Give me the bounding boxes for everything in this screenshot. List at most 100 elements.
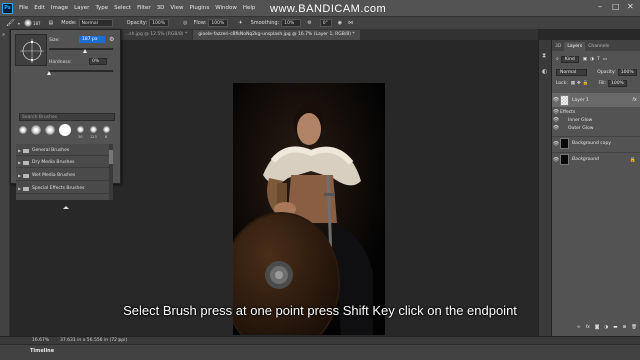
pressure-opacity-icon[interactable]: ◎: [183, 20, 187, 26]
layer-name[interactable]: Background copy: [572, 141, 611, 146]
tab-document-1[interactable]: ...sh.jpg @ 12.5% (RGB/8) *: [120, 30, 193, 40]
brush-tip-3[interactable]: [45, 125, 55, 135]
chevron-right-icon: ▶: [17, 148, 22, 153]
folder-dry-media-brushes[interactable]: ▶ Dry Media Brushes: [16, 158, 110, 168]
visibility-eye-icon[interactable]: 👁: [552, 157, 560, 163]
size-slider-knob[interactable]: [83, 49, 87, 53]
filter-pixel-icon[interactable]: ▣: [583, 57, 587, 62]
size-input[interactable]: 187 px: [79, 36, 105, 43]
tab-layers[interactable]: Layers: [564, 42, 586, 51]
menu-help[interactable]: Help: [240, 5, 259, 11]
filter-adjustment-icon[interactable]: ◑: [590, 57, 594, 62]
effect-row-inner-glow[interactable]: 👁 Inner Glow: [552, 116, 640, 124]
tab-channels[interactable]: Channels: [585, 42, 612, 51]
adjustments-icon[interactable]: ◐: [542, 68, 547, 75]
brush-search-input[interactable]: Search Brushes: [19, 113, 115, 121]
layer-row-layer-1[interactable]: 👁 Layer 1 fx: [552, 93, 640, 107]
menu-edit[interactable]: Edit: [31, 5, 48, 11]
size-slider[interactable]: [49, 48, 113, 50]
brush-list-scrollbar[interactable]: [109, 144, 113, 200]
history-icon[interactable]: ⧗: [542, 52, 546, 60]
visibility-eye-icon[interactable]: 👁: [552, 141, 560, 147]
menu-plugins[interactable]: Plugins: [186, 5, 212, 11]
filter-type-icon[interactable]: T: [597, 57, 600, 62]
brush-tip-5[interactable]: [77, 126, 84, 133]
hardness-slider[interactable]: [49, 70, 113, 72]
brush-tip-6[interactable]: [90, 126, 97, 133]
menu-window[interactable]: Window: [212, 5, 240, 11]
visibility-eye-icon[interactable]: 👁: [552, 109, 560, 115]
close-icon[interactable]: ✕: [627, 2, 634, 11]
layer-name[interactable]: Layer 1: [572, 98, 589, 103]
layer-row-background-copy[interactable]: 👁 Background copy: [552, 136, 640, 150]
folder-special-effects-brushes[interactable]: ▶ Special Effects Brushes: [16, 184, 110, 194]
zoom-readout[interactable]: 16.67%: [32, 338, 49, 343]
symmetry-icon[interactable]: ⋈: [348, 20, 353, 26]
effects-row[interactable]: 👁 Effects: [552, 108, 640, 116]
visibility-eye-icon[interactable]: 👁: [552, 97, 560, 103]
toolbar-collapse-icon[interactable]: »: [2, 32, 5, 38]
add-mask-icon[interactable]: ◙: [595, 325, 599, 330]
menu-type[interactable]: Type: [92, 5, 111, 11]
menu-layer[interactable]: Layer: [71, 5, 92, 11]
brush-settings-icon[interactable]: ▤: [49, 20, 54, 26]
menu-3d[interactable]: 3D: [154, 5, 168, 11]
brush-tip-2[interactable]: [31, 125, 41, 135]
link-layers-icon[interactable]: ∞: [577, 325, 581, 330]
blend-mode-select[interactable]: Normal: [556, 68, 588, 76]
menu-select[interactable]: Select: [111, 5, 134, 11]
brush-preset-picker[interactable]: 187: [23, 19, 41, 27]
brush-angle-input[interactable]: 0°: [319, 19, 332, 27]
filter-shape-icon[interactable]: ▭: [603, 57, 607, 62]
layer-row-background[interactable]: 👁 Background 🔒: [552, 152, 640, 166]
lock-pixels-icon[interactable]: ▦: [571, 81, 575, 86]
hardness-input[interactable]: 0%: [89, 58, 107, 65]
minimize-icon[interactable]: –: [598, 2, 602, 11]
filter-kind-select[interactable]: Kind: [560, 55, 579, 63]
scroll-thumb[interactable]: [109, 150, 113, 164]
visibility-eye-icon[interactable]: 👁: [552, 125, 560, 131]
brush-tip-4[interactable]: [59, 124, 71, 136]
menu-view[interactable]: View: [167, 5, 186, 11]
layer-effects-fx-icon[interactable]: fx: [632, 97, 637, 103]
panel-resize-arrow-icon[interactable]: [63, 206, 69, 209]
maximize-icon[interactable]: □: [612, 2, 620, 11]
hardness-slider-knob[interactable]: [47, 71, 51, 75]
layer-name[interactable]: Background: [572, 157, 599, 162]
brush-panel-gear-icon[interactable]: ⚙: [109, 36, 114, 43]
folder-wet-media-brushes[interactable]: ▶ Wet Media Brushes: [16, 171, 110, 181]
flow-input[interactable]: 100%: [208, 19, 229, 27]
airbrush-icon[interactable]: ✈: [238, 20, 242, 26]
tab-3d[interactable]: 3D: [552, 42, 564, 51]
brush-angle-preview[interactable]: [15, 34, 47, 66]
new-adjustment-layer-icon[interactable]: ◑: [604, 325, 608, 330]
smoothing-input[interactable]: 10%: [281, 19, 302, 27]
smoothing-options-gear-icon[interactable]: ⚙: [307, 20, 311, 26]
visibility-eye-icon[interactable]: 👁: [552, 117, 560, 123]
status-menu-chevron-icon[interactable]: ›: [118, 337, 120, 343]
menu-file[interactable]: File: [16, 5, 31, 11]
pressure-size-icon[interactable]: ◉: [338, 20, 342, 26]
layer-fill-input[interactable]: 100%: [607, 79, 627, 87]
tool-preset-chevron-icon[interactable]: ▾: [18, 21, 20, 26]
mode-select[interactable]: Normal: [78, 19, 113, 27]
lock-all-icon[interactable]: 🔒: [583, 81, 589, 86]
menu-image[interactable]: Image: [48, 5, 71, 11]
brush-tip-1[interactable]: [19, 126, 27, 134]
document-canvas-photo[interactable]: [233, 83, 385, 335]
tab-document-2[interactable]: gioele-fazzeri-cBfkNoNq2kg-unsplash.jpg …: [193, 30, 360, 40]
layer-opacity-input[interactable]: 100%: [617, 68, 637, 76]
new-group-icon[interactable]: ▬: [613, 325, 617, 330]
brush-tool-icon[interactable]: 🖌: [6, 19, 15, 27]
opacity-input[interactable]: 100%: [149, 19, 170, 27]
brush-tip-7[interactable]: [103, 126, 110, 133]
add-layer-style-icon[interactable]: fx: [586, 325, 590, 330]
delete-layer-icon[interactable]: 🗑: [631, 325, 637, 330]
photoshop-logo-icon[interactable]: Ps: [2, 2, 13, 14]
tab-timeline[interactable]: Timeline: [30, 348, 54, 354]
lock-position-icon[interactable]: ✥: [577, 81, 581, 86]
folder-general-brushes[interactable]: ▶ General Brushes: [16, 146, 110, 156]
menu-filter[interactable]: Filter: [134, 5, 154, 11]
effect-row-outer-glow[interactable]: 👁 Outer Glow: [552, 124, 640, 132]
new-layer-icon[interactable]: ⊞: [623, 325, 627, 330]
